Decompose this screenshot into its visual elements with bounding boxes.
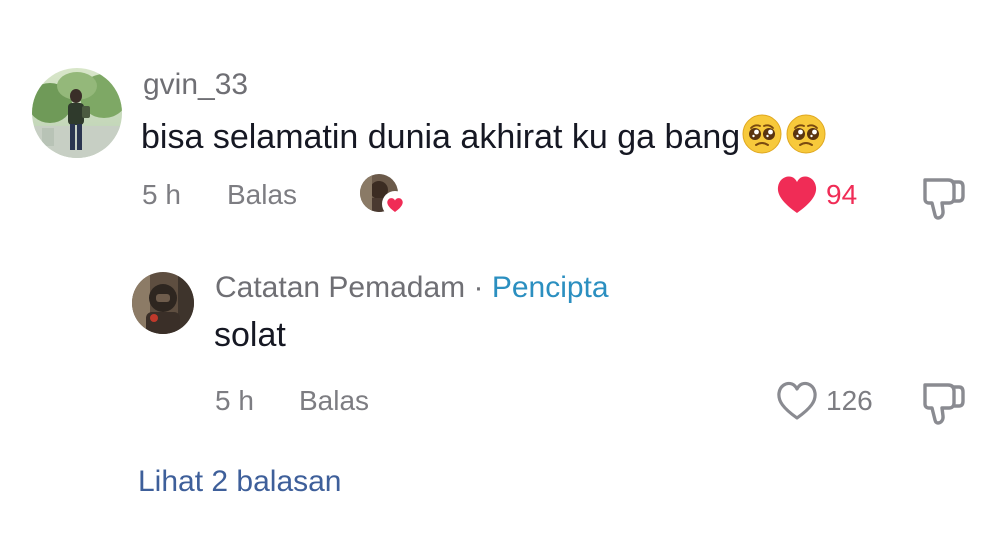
creator-label: Pencipta	[491, 271, 609, 304]
commenter-avatar[interactable]	[32, 68, 122, 158]
thumbs-down-icon	[923, 383, 965, 425]
pleading-face-emoji	[786, 114, 826, 154]
reply-username-line: Catatan Pemadam · Pencipta	[215, 273, 609, 303]
reply-avatar[interactable]	[132, 272, 194, 334]
like-count: 94	[826, 179, 858, 210]
comment-body: bisa selamatin dunia akhirat ku ga bang	[141, 118, 741, 156]
commenter-username[interactable]: gvin_33	[143, 70, 248, 100]
view-replies-link[interactable]: Lihat 2 balasan	[138, 467, 342, 497]
reply-text: solat	[214, 316, 286, 354]
reply-timestamp: 5 h	[215, 385, 254, 416]
reply-like-button[interactable]	[775, 380, 819, 422]
reply-button[interactable]: Balas	[227, 181, 297, 209]
reply-dislike-button[interactable]	[918, 381, 968, 425]
like-button[interactable]	[775, 174, 819, 216]
reply-like-count: 126	[826, 385, 873, 416]
reply-reply-button[interactable]: Balas	[299, 387, 369, 415]
heart-filled-icon	[777, 176, 817, 213]
reply-username[interactable]: Catatan Pemadam	[215, 271, 465, 304]
dislike-button[interactable]	[918, 176, 968, 220]
creator-liked-badge	[360, 174, 410, 218]
creator-separator: ·	[473, 271, 484, 304]
pleading-face-emoji	[742, 114, 782, 154]
thumbs-down-icon	[923, 178, 965, 220]
comment-timestamp: 5 h	[142, 179, 181, 210]
heart-outline-icon	[777, 381, 817, 420]
creator-heart-icon	[382, 191, 408, 217]
comment-text: bisa selamatin dunia akhirat ku ga bang	[141, 114, 826, 154]
emoji-group	[742, 114, 826, 154]
